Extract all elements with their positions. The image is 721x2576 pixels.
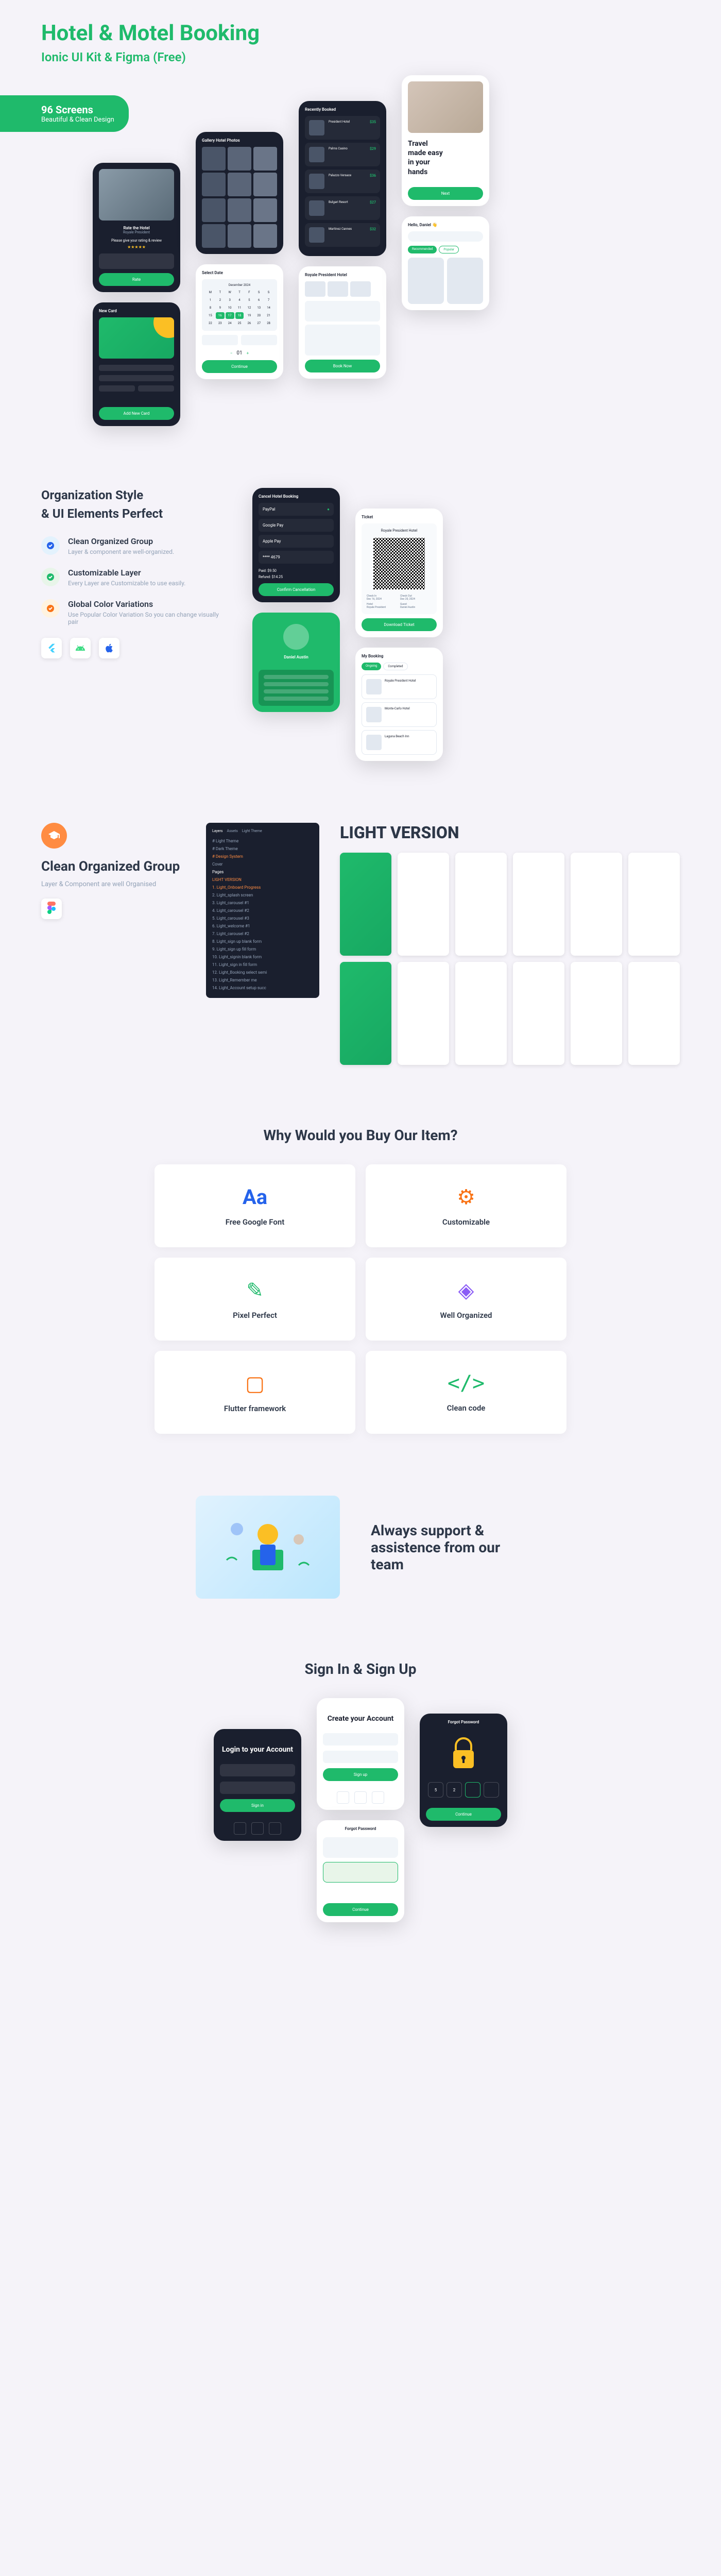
phone-mockup-login: Login to your Account Sign in bbox=[214, 1729, 301, 1841]
badge-title: 96 Screens bbox=[41, 104, 114, 116]
android-icon bbox=[70, 638, 91, 658]
phone-mockup-booking: My Booking Ongoing Completed Royale Pres… bbox=[355, 648, 443, 761]
check-icon bbox=[41, 599, 60, 618]
clean-title: Clean Organized Group bbox=[41, 859, 185, 874]
layers-panel: Layers Assets Light Theme # Light Theme … bbox=[206, 823, 319, 998]
why-title: Why Would you Buy Our Item? bbox=[41, 1127, 680, 1144]
phone-mockup-cancel: Cancel Hotel Booking PayPal● Google Pay … bbox=[252, 488, 340, 602]
screens-badge: 96 Screens Beautiful & Clean Design bbox=[0, 95, 129, 132]
badge-subtitle: Beautiful & Clean Design bbox=[41, 116, 114, 124]
light-phone-mockup bbox=[513, 853, 564, 956]
phone-mockup-newcard: New Card Add New Card bbox=[93, 302, 180, 426]
phone-mockup-hello: Hello, Daniel 👋 Recommended Popular bbox=[402, 216, 489, 310]
light-version-title: LIGHT VERSION bbox=[340, 823, 680, 842]
light-phone-mockup bbox=[398, 962, 449, 1065]
why-card-customizable: ⚙ Customizable bbox=[366, 1164, 566, 1247]
why-card-pixel: ✎ Pixel Perfect bbox=[154, 1258, 355, 1341]
why-card-code: </> Clean code bbox=[366, 1351, 566, 1434]
light-phone-mockup bbox=[628, 962, 680, 1065]
why-card-font: Aa Free Google Font bbox=[154, 1164, 355, 1247]
light-phone-mockup bbox=[571, 962, 622, 1065]
light-phone-mockup bbox=[340, 962, 391, 1065]
phone-mockup-royale: Royale President Hotel Book Now bbox=[299, 266, 386, 379]
flutter-icon bbox=[41, 638, 62, 658]
light-phone-mockup bbox=[340, 853, 391, 956]
phone-mockup-recently: Recently Booked President Hotel$35 Palms… bbox=[299, 101, 386, 256]
code-icon: </> bbox=[386, 1371, 546, 1395]
font-icon: Aa bbox=[175, 1185, 335, 1209]
feature-item: Global Color Variations Use Popular Colo… bbox=[41, 599, 221, 625]
figma-icon bbox=[41, 899, 62, 919]
graduation-icon bbox=[41, 823, 67, 849]
phone-mockup-rate: Rate the Hotel Royale President Please g… bbox=[93, 163, 180, 292]
phone-mockup-forgot-dark: Forgot Password 5 2 Continue bbox=[420, 1714, 507, 1827]
feature-item: Clean Organized Group Layer & component … bbox=[41, 536, 221, 555]
page-title: Hotel & Motel Booking bbox=[41, 21, 680, 46]
support-illustration bbox=[196, 1496, 340, 1599]
phone-mockup-create: Create your Account Sign up bbox=[317, 1698, 404, 1810]
signin-title: Sign In & Sign Up bbox=[41, 1660, 680, 1677]
support-text: Always support & assistence from our tea… bbox=[371, 1522, 525, 1573]
light-phone-mockup bbox=[398, 853, 449, 956]
light-phone-mockup bbox=[513, 962, 564, 1065]
clean-desc: Layer & Component are well Organised bbox=[41, 880, 185, 888]
phone-mockup-profile: Daniel Austin bbox=[252, 613, 340, 712]
page-subtitle: Ionic UI Kit & Figma (Free) bbox=[41, 50, 680, 64]
gear-icon: ⚙ bbox=[386, 1185, 546, 1209]
light-phone-mockup bbox=[455, 962, 507, 1065]
light-phone-mockup bbox=[571, 853, 622, 956]
check-icon bbox=[41, 536, 60, 555]
devices-icon: ▢ bbox=[175, 1371, 335, 1396]
light-phone-mockup bbox=[455, 853, 507, 956]
light-phone-mockup bbox=[628, 853, 680, 956]
phone-mockup-travel: Travel made easy in your hands Next bbox=[402, 75, 489, 206]
org-title-1: Organization Style bbox=[41, 488, 221, 502]
why-card-flutter: ▢ Flutter framework bbox=[154, 1351, 355, 1434]
pencil-icon: ✎ bbox=[175, 1278, 335, 1302]
apple-icon bbox=[99, 638, 119, 658]
phone-mockup-gallery: Gallery Hotel Photos bbox=[196, 132, 283, 254]
layers-icon: ◈ bbox=[386, 1278, 546, 1302]
phone-mockup-ticket: Ticket Royale President Hotel Check InDe… bbox=[355, 509, 443, 637]
phone-mockup-selectdate: Select Date December 2024 MTWTFSS 123456… bbox=[196, 264, 283, 379]
phone-mockup-forgot-light: Forgot Password Continue bbox=[317, 1820, 404, 1922]
org-title-2: & UI Elements Perfect bbox=[41, 506, 221, 521]
check-icon bbox=[41, 568, 60, 586]
feature-item: Customizable Layer Every Layer are Custo… bbox=[41, 568, 221, 587]
why-card-organized: ◈ Well Organized bbox=[366, 1258, 566, 1341]
header: Hotel & Motel Booking Ionic UI Kit & Fig… bbox=[41, 21, 680, 64]
